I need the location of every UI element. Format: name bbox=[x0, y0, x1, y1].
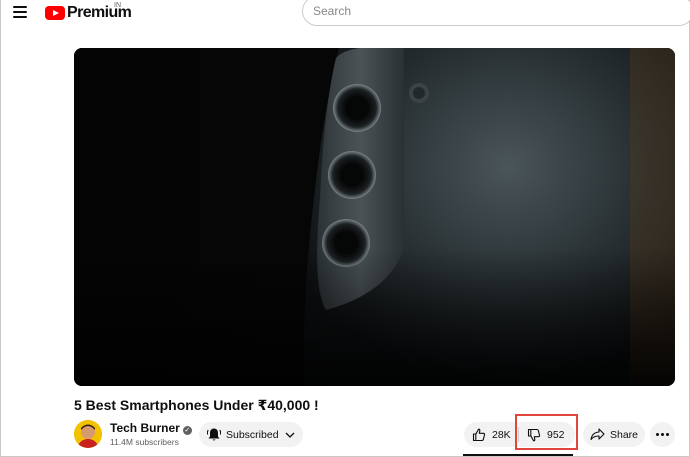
channel-avatar[interactable] bbox=[74, 420, 102, 448]
channel-name: Tech Burner bbox=[110, 421, 180, 435]
channel-name-link[interactable]: Tech Burner ✓ bbox=[110, 421, 192, 435]
share-arrow-icon bbox=[590, 428, 605, 441]
more-dot-icon bbox=[655, 433, 659, 436]
thumbs-down-icon bbox=[527, 428, 541, 441]
video-title: 5 Best Smartphones Under ₹40,000 ! bbox=[74, 397, 319, 413]
dislike-count: 952 bbox=[547, 428, 565, 441]
subscribed-button[interactable]: Subscribed bbox=[199, 422, 303, 447]
more-actions-button[interactable] bbox=[650, 422, 675, 447]
like-ratio-bar bbox=[463, 454, 573, 456]
subscribed-label: Subscribed bbox=[226, 428, 279, 441]
verified-check-icon: ✓ bbox=[182, 426, 192, 435]
video-frame-image bbox=[74, 48, 675, 386]
more-dot-icon bbox=[666, 433, 670, 436]
share-label: Share bbox=[610, 428, 639, 441]
video-player[interactable] bbox=[74, 48, 675, 386]
hamburger-menu-icon[interactable] bbox=[8, 1, 32, 23]
share-button[interactable]: Share bbox=[583, 422, 645, 447]
chevron-down-icon bbox=[285, 432, 294, 438]
like-button[interactable]: 28K bbox=[464, 422, 518, 447]
search-box[interactable] bbox=[302, 0, 690, 26]
subscriber-count: 11.4M subscribers bbox=[110, 437, 179, 447]
search-input[interactable] bbox=[313, 4, 673, 18]
thumbs-up-icon bbox=[472, 428, 486, 441]
avatar-image bbox=[74, 420, 102, 448]
more-dot-icon bbox=[661, 433, 664, 436]
like-count: 28K bbox=[492, 428, 511, 441]
country-code: IN bbox=[114, 2, 121, 9]
logo-text: Premium bbox=[67, 4, 132, 21]
dislike-button[interactable]: 952 bbox=[519, 422, 575, 447]
youtube-play-icon bbox=[45, 6, 65, 20]
bell-icon bbox=[207, 428, 221, 441]
